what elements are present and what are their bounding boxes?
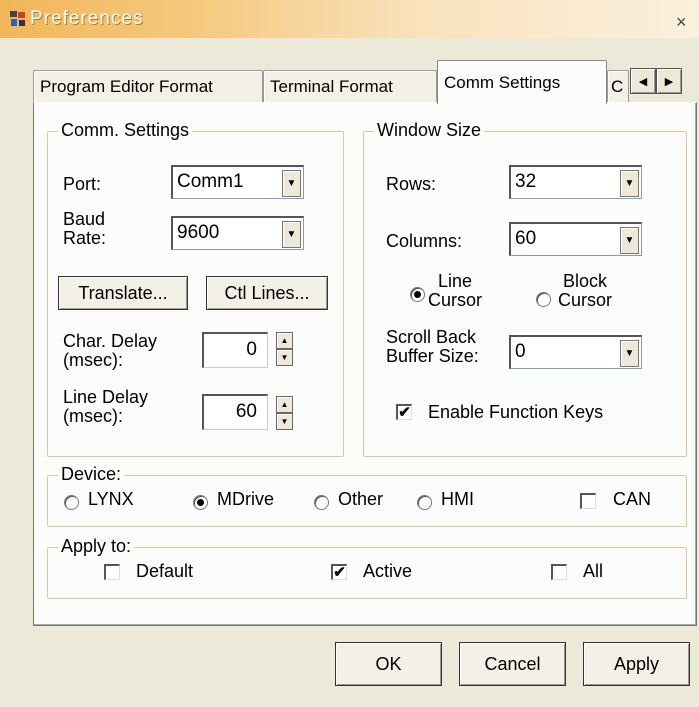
device-lynx-radio[interactable] bbox=[64, 495, 79, 510]
chevron-down-icon[interactable]: ▼ bbox=[620, 340, 639, 367]
device-hmi-label: HMI bbox=[441, 489, 474, 509]
tab-terminal-format[interactable]: Terminal Format bbox=[263, 70, 437, 102]
device-other-radio[interactable] bbox=[314, 495, 329, 510]
port-value: Comm1 bbox=[177, 171, 244, 192]
chevron-down-icon[interactable]: ▼ bbox=[282, 170, 301, 197]
port-label: Port: bbox=[63, 174, 102, 194]
block-cursor-label: Block Cursor bbox=[558, 271, 613, 310]
device-group: Device: LYNX MDrive Other HMI CAN bbox=[47, 464, 687, 527]
close-icon[interactable]: × bbox=[676, 12, 687, 33]
device-other-label: Other bbox=[338, 489, 384, 509]
function-keys-checkbox[interactable]: ✔ bbox=[396, 404, 412, 420]
can-label: CAN bbox=[613, 489, 652, 509]
apply-default-label: Default bbox=[136, 561, 194, 581]
scroll-buffer-label: Scroll Back Buffer Size: bbox=[386, 327, 479, 366]
scroll-buffer-value: 0 bbox=[515, 341, 526, 362]
comm-settings-group-title: Comm. Settings bbox=[58, 120, 193, 141]
char-delay-label: Char. Delay (msec): bbox=[63, 331, 158, 370]
char-delay-down-icon[interactable]: ▼ bbox=[276, 349, 293, 366]
line-delay-input[interactable]: 60 bbox=[202, 394, 268, 430]
cancel-button[interactable]: Cancel bbox=[459, 642, 566, 686]
device-mdrive-label: MDrive bbox=[217, 489, 274, 509]
device-hmi-radio[interactable] bbox=[417, 495, 432, 510]
apply-active-checkbox[interactable]: ✔ bbox=[331, 564, 347, 580]
char-delay-up-icon[interactable]: ▲ bbox=[276, 332, 293, 349]
line-delay-label: Line Delay (msec): bbox=[63, 387, 149, 426]
can-checkbox[interactable] bbox=[580, 493, 596, 509]
tab-scroll-right-icon[interactable]: ▶ bbox=[656, 68, 682, 94]
apply-to-group: Apply to: Default ✔ Active All bbox=[47, 536, 687, 599]
tab-partial[interactable]: C bbox=[607, 70, 629, 102]
apply-active-label: Active bbox=[363, 561, 413, 581]
rows-label: Rows: bbox=[386, 174, 437, 194]
apply-all-checkbox[interactable] bbox=[551, 564, 567, 580]
app-icon bbox=[10, 11, 25, 26]
window-size-group: Window Size Rows: 32 ▼ Columns: 60 ▼ Lin… bbox=[363, 120, 687, 457]
ctl-lines-button[interactable]: Ctl Lines... bbox=[206, 276, 328, 310]
device-lynx-label: LYNX bbox=[88, 489, 134, 509]
apply-all-label: All bbox=[583, 561, 604, 581]
line-delay-up-icon[interactable]: ▲ bbox=[276, 396, 293, 413]
block-cursor-radio[interactable] bbox=[536, 292, 551, 307]
tab-comm-settings[interactable]: Comm Settings bbox=[437, 60, 607, 104]
columns-value: 60 bbox=[515, 228, 537, 249]
window-title: Preferences bbox=[30, 8, 144, 29]
function-keys-label: Enable Function Keys bbox=[428, 402, 604, 422]
apply-default-checkbox[interactable] bbox=[104, 564, 120, 580]
line-delay-down-icon[interactable]: ▼ bbox=[276, 413, 293, 430]
apply-button[interactable]: Apply bbox=[583, 642, 690, 686]
apply-to-group-title: Apply to: bbox=[58, 536, 135, 557]
translate-button[interactable]: Translate... bbox=[58, 276, 188, 310]
device-group-title: Device: bbox=[58, 464, 125, 485]
baud-value: 9600 bbox=[177, 222, 220, 243]
line-cursor-label: Line Cursor bbox=[428, 271, 483, 310]
device-mdrive-radio[interactable] bbox=[193, 495, 208, 510]
char-delay-input[interactable]: 0 bbox=[202, 332, 268, 368]
window-size-group-title: Window Size bbox=[374, 120, 485, 141]
chevron-down-icon[interactable]: ▼ bbox=[620, 170, 639, 197]
line-cursor-radio[interactable] bbox=[410, 287, 425, 302]
rows-value: 32 bbox=[515, 171, 537, 192]
port-select[interactable]: Comm1 ▼ bbox=[171, 165, 304, 199]
tab-program-editor-format[interactable]: Program Editor Format bbox=[33, 70, 263, 102]
rows-select[interactable]: 32 ▼ bbox=[509, 165, 642, 199]
chevron-down-icon[interactable]: ▼ bbox=[620, 227, 639, 254]
baud-label: Baud Rate: bbox=[63, 209, 107, 248]
comm-settings-group: Comm. Settings Port: Comm1 ▼ Baud Rate: … bbox=[47, 120, 344, 457]
baud-select[interactable]: 9600 ▼ bbox=[171, 216, 304, 250]
tab-panel: Comm. Settings Port: Comm1 ▼ Baud Rate: … bbox=[33, 102, 697, 626]
columns-select[interactable]: 60 ▼ bbox=[509, 222, 642, 256]
columns-label: Columns: bbox=[386, 231, 463, 251]
scroll-buffer-select[interactable]: 0 ▼ bbox=[509, 335, 642, 369]
chevron-down-icon[interactable]: ▼ bbox=[282, 221, 301, 248]
ok-button[interactable]: OK bbox=[335, 642, 442, 686]
tab-scroll-left-icon[interactable]: ◀ bbox=[630, 68, 656, 94]
